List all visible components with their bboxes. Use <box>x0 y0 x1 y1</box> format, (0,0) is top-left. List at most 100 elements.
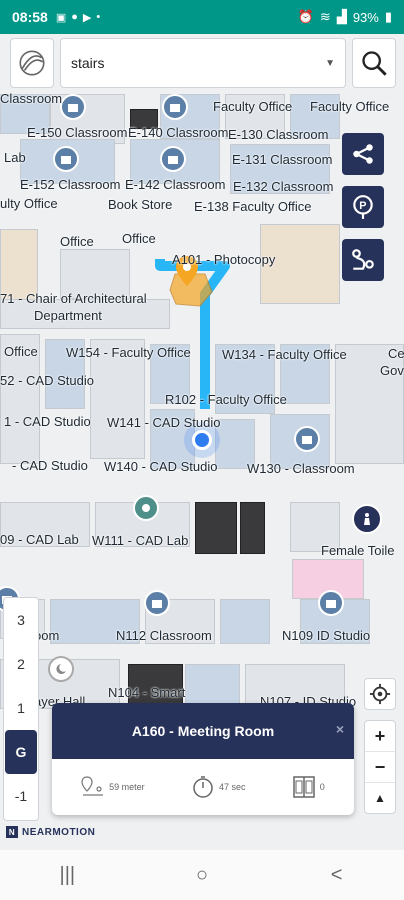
zoom-in-button[interactable]: + <box>365 721 395 752</box>
distance-metric: 59 meter <box>81 775 145 799</box>
battery-icon: ▮ <box>384 9 392 24</box>
elevator-value: 0 <box>319 782 325 792</box>
classroom-poi-icon[interactable] <box>294 426 320 452</box>
classroom-poi-icon[interactable] <box>60 94 86 120</box>
recent-apps-button[interactable]: ||| <box>37 864 97 887</box>
system-icons: ⏰ ≋ ▟ 93% ▮ <box>298 9 392 25</box>
elevator-icon <box>293 776 315 798</box>
floor-item-g[interactable]: G <box>5 730 37 774</box>
compass-button[interactable]: ▲ <box>365 783 395 813</box>
compass-logo-icon <box>19 50 45 76</box>
map-label: 71 - Chair of Architectural <box>0 291 147 306</box>
map-label: Ce <box>388 346 404 361</box>
map-label: 09 - CAD Lab <box>0 532 79 547</box>
time-metric: 47 sec <box>191 775 246 799</box>
map-label: Office <box>60 234 94 249</box>
compass-logo-button[interactable] <box>10 38 54 88</box>
classroom-poi-icon[interactable] <box>162 94 188 120</box>
search-value: stairs <box>71 55 105 71</box>
zoom-out-button[interactable]: − <box>365 752 395 783</box>
youtube-icon: ▶ <box>82 11 92 24</box>
map-label: Gov <box>380 363 404 378</box>
map-label: Female Toile <box>321 543 395 558</box>
brand-logo: N NEARMOTION <box>6 826 95 838</box>
status-time: 08:58 <box>12 9 48 25</box>
destination-card-header: A160 - Meeting Room × <box>52 703 354 759</box>
map-label: 52 - CAD Studio <box>0 373 94 388</box>
map-label: N109 ID Studio <box>282 628 371 643</box>
map-label: N104 - Smart <box>108 685 186 700</box>
brand-mark-icon: N <box>6 826 18 838</box>
classroom-poi-icon[interactable] <box>160 146 186 172</box>
parking-icon: P <box>353 195 373 219</box>
dot-icon: • <box>96 10 101 23</box>
distance-icon <box>81 776 104 796</box>
prayer-hall-icon[interactable] <box>48 656 74 682</box>
share-route-button[interactable] <box>342 133 384 175</box>
map-label: E-130 Classroom <box>228 127 329 142</box>
classroom-poi-icon[interactable] <box>144 590 170 616</box>
crosshair-icon <box>369 683 391 705</box>
lab-poi-icon[interactable] <box>133 495 159 521</box>
destination-card: A160 - Meeting Room × 59 meter 47 sec 0 <box>52 703 354 815</box>
map-label: - CAD Studio <box>12 458 88 473</box>
map-label: W141 - CAD Studio <box>107 415 221 430</box>
stopwatch-icon <box>193 776 213 798</box>
destination-card-body: 59 meter 47 sec 0 <box>52 759 354 815</box>
map-label: Faculty Office <box>213 99 293 114</box>
current-location-icon <box>192 430 212 450</box>
distance-value: 59 meter <box>109 782 145 792</box>
floor-item-2[interactable]: 2 <box>3 642 39 686</box>
map-label: E-150 Classroom <box>27 125 128 140</box>
destination-title: A160 - Meeting Room <box>131 723 275 739</box>
floor-item-1[interactable]: 1 <box>3 686 39 730</box>
brand-name: NEARMOTION <box>22 826 96 838</box>
alarm-icon: ⏰ <box>297 9 314 24</box>
map-label: W134 - Faculty Office <box>222 347 347 362</box>
map-label: Office <box>122 231 156 246</box>
system-nav-bar: ||| ○ < <box>0 850 404 900</box>
status-bar: 08:58 ▣ ● ▶ • ⏰ ≋ ▟ 93% ▮ <box>0 0 404 34</box>
map-label: ulty Office <box>0 196 58 211</box>
locate-me-button[interactable] <box>364 678 396 710</box>
map-label: A101 - Photocopy <box>172 252 276 267</box>
route-plan-icon <box>352 249 374 270</box>
map-label: W140 - CAD Studio <box>104 459 218 474</box>
search-input[interactable]: stairs ▼ <box>60 38 346 88</box>
wifi-icon: ≋ <box>319 9 331 24</box>
map-label: Book Store <box>108 197 173 212</box>
map-label: E-132 Classroom <box>233 179 334 194</box>
map-label: Department <box>34 308 102 323</box>
search-icon <box>362 51 387 76</box>
back-button[interactable]: < <box>307 864 367 887</box>
close-icon[interactable]: × <box>336 721 344 737</box>
map-label: W130 - Classroom <box>247 461 355 476</box>
classroom-poi-icon[interactable] <box>53 146 79 172</box>
search-bar: stairs ▼ <box>10 38 396 88</box>
female-toilet-icon[interactable] <box>352 504 382 534</box>
map-label: E-140 Classroom <box>128 125 229 140</box>
floor-item-minus1[interactable]: -1 <box>3 774 39 818</box>
map-label: Office <box>4 344 38 359</box>
map-label: Classroom <box>0 91 63 106</box>
signal-icon: ▟ <box>336 9 347 24</box>
map-label: W111 - CAD Lab <box>92 533 189 548</box>
zoom-controls: + − ▲ <box>364 720 396 814</box>
map-label: E-131 Classroom <box>232 152 333 167</box>
elevator-metric: 0 <box>292 775 325 799</box>
home-button[interactable]: ○ <box>172 864 232 887</box>
share-route-icon <box>353 144 373 164</box>
dropdown-caret-icon[interactable]: ▼ <box>325 58 335 69</box>
message-icon: ● <box>71 10 78 23</box>
route-plan-button[interactable] <box>342 239 384 281</box>
classroom-poi-icon[interactable] <box>318 590 344 616</box>
map-label: 1 - CAD Studio <box>4 414 91 429</box>
floor-item-3[interactable]: 3 <box>3 598 39 642</box>
battery-label: 93% <box>352 9 379 25</box>
parking-button[interactable]: P <box>342 186 384 228</box>
search-button[interactable] <box>352 38 396 88</box>
floor-selector: 3 2 1 G -1 <box>3 597 39 821</box>
map-label: E-142 Classroom <box>125 177 226 192</box>
map-label: E-138 Faculty Office <box>194 199 312 214</box>
map-label: W154 - Faculty Office <box>66 345 191 360</box>
